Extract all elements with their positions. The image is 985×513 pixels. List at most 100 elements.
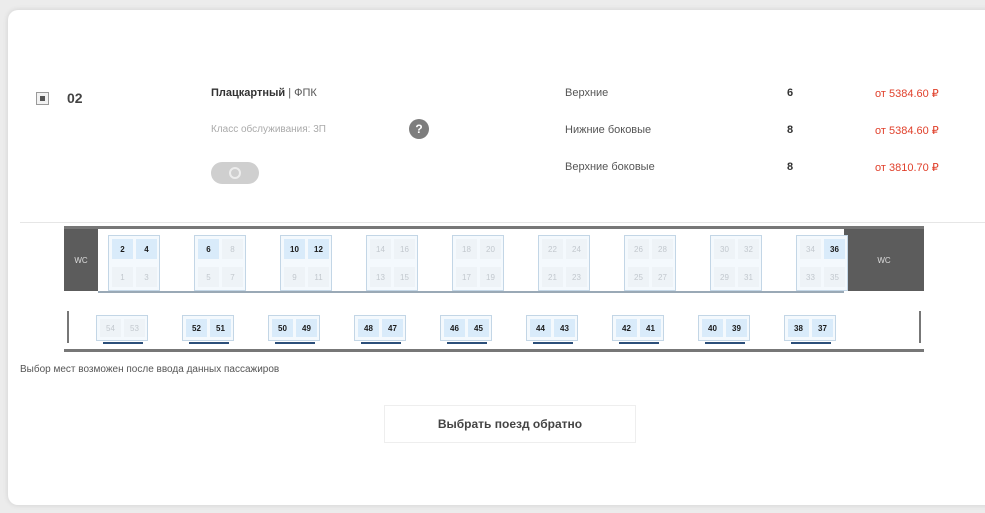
seat-13: 13 xyxy=(370,267,391,287)
seat-28: 28 xyxy=(652,239,673,259)
side-berth: 48 47 xyxy=(354,315,406,344)
seat-54: 54 xyxy=(100,319,121,337)
side-berth: 42 41 xyxy=(612,315,664,344)
amenity-symbol-icon xyxy=(229,167,241,179)
seat-49[interactable]: 49 xyxy=(296,319,317,337)
side-berth: 40 39 xyxy=(698,315,750,344)
seat-23: 23 xyxy=(566,267,587,287)
seat-12[interactable]: 12 xyxy=(308,239,329,259)
tariff-row: Нижние боковые 8 от 5384.60 ₽ xyxy=(565,124,985,140)
seat-42[interactable]: 42 xyxy=(616,319,637,337)
side-berth-marker xyxy=(447,342,487,344)
seat-53: 53 xyxy=(124,319,145,337)
seat-46[interactable]: 46 xyxy=(444,319,465,337)
seat-6[interactable]: 6 xyxy=(198,239,219,259)
seat-14: 14 xyxy=(370,239,391,259)
compartment: 22 24 21 23 xyxy=(538,235,590,291)
side-berth: 44 43 xyxy=(526,315,578,344)
car-type-info: Плацкартный | ФПК xyxy=(211,87,317,99)
seat-17: 17 xyxy=(456,267,477,287)
compartment: 14 16 13 15 xyxy=(366,235,418,291)
tariff-label: Верхние xyxy=(565,87,609,99)
seat-32: 32 xyxy=(738,239,759,259)
side-berth: 46 45 xyxy=(440,315,492,344)
tariff-count: 8 xyxy=(787,161,794,173)
seat-51[interactable]: 51 xyxy=(210,319,231,337)
side-berth-marker xyxy=(619,342,659,344)
car-type: Плацкартный xyxy=(211,87,286,99)
side-berth: 54 53 xyxy=(96,315,148,344)
wagon-wall-bottom xyxy=(64,349,924,352)
tariff-label: Нижние боковые xyxy=(565,124,652,136)
side-berth-marker xyxy=(705,342,745,344)
tariff-row: Верхние боковые 8 от 3810.70 ₽ xyxy=(565,161,985,177)
side-berth-marker xyxy=(189,342,229,344)
seat-4[interactable]: 4 xyxy=(136,239,157,259)
wagon-wall-top xyxy=(64,226,924,229)
seat-19: 19 xyxy=(480,267,501,287)
seat-29: 29 xyxy=(714,267,735,287)
wagon-end-right xyxy=(919,311,921,343)
seat-8: 8 xyxy=(222,239,243,259)
seat-25: 25 xyxy=(628,267,649,287)
seat-52[interactable]: 52 xyxy=(186,319,207,337)
vestibule-right: WC xyxy=(844,229,924,291)
seat-20: 20 xyxy=(480,239,501,259)
seat-16: 16 xyxy=(394,239,415,259)
help-icon[interactable]: ? xyxy=(409,119,429,139)
seat-33: 33 xyxy=(800,267,821,287)
seat-34: 34 xyxy=(800,239,821,259)
tariff-price: от 5384.60 ₽ xyxy=(875,125,939,137)
service-class: Класс обслуживания: 3П xyxy=(211,124,326,135)
seat-40[interactable]: 40 xyxy=(702,319,723,337)
seat-27: 27 xyxy=(652,267,673,287)
seat-3: 3 xyxy=(136,267,157,287)
seat-39[interactable]: 39 xyxy=(726,319,747,337)
tariff-price: от 5384.60 ₽ xyxy=(875,88,939,100)
compartment: 30 32 29 31 xyxy=(710,235,762,291)
checkbox-mark-icon xyxy=(40,96,45,101)
seat-48[interactable]: 48 xyxy=(358,319,379,337)
side-berth-marker xyxy=(361,342,401,344)
side-berth-marker xyxy=(103,342,143,344)
seat-37[interactable]: 37 xyxy=(812,319,833,337)
side-berth-marker xyxy=(275,342,315,344)
seat-1: 1 xyxy=(112,267,133,287)
seat-scheme: WC WC 2 4 1 3 6 8 5 7 10 12 9 11 14 16 13 15 18 20 17 19 22 2… xyxy=(64,223,924,355)
tariff-count: 6 xyxy=(787,87,794,99)
seat-7: 7 xyxy=(222,267,243,287)
seat-18: 18 xyxy=(456,239,477,259)
wagon-end-left xyxy=(67,311,69,343)
seat-21: 21 xyxy=(542,267,563,287)
seat-41[interactable]: 41 xyxy=(640,319,661,337)
select-return-train-button[interactable]: Выбрать поезд обратно xyxy=(384,405,636,443)
side-berth: 38 37 xyxy=(784,315,836,344)
compartment: 6857 xyxy=(194,235,246,291)
seat-2[interactable]: 2 xyxy=(112,239,133,259)
carrier: ФПК xyxy=(294,87,317,99)
amenity-icon xyxy=(211,162,259,184)
compartment: 34 36 33 35 xyxy=(796,235,848,291)
seat-38[interactable]: 38 xyxy=(788,319,809,337)
seat-47[interactable]: 47 xyxy=(382,319,403,337)
vestibule-left: WC xyxy=(64,229,98,291)
seat-50[interactable]: 50 xyxy=(272,319,293,337)
car-expand-checkbox[interactable] xyxy=(36,92,49,105)
seat-30: 30 xyxy=(714,239,735,259)
compartment: 26 28 25 27 xyxy=(624,235,676,291)
seat-22: 22 xyxy=(542,239,563,259)
seat-selection-note: Выбор мест возможен после ввода данных п… xyxy=(20,364,280,375)
seat-44[interactable]: 44 xyxy=(530,319,551,337)
seat-10[interactable]: 10 xyxy=(284,239,305,259)
seat-43[interactable]: 43 xyxy=(554,319,575,337)
tariff-price: от 3810.70 ₽ xyxy=(875,162,939,174)
seat-31: 31 xyxy=(738,267,759,287)
tariff-count: 8 xyxy=(787,124,794,136)
aisle-line xyxy=(98,291,844,293)
seat-11: 11 xyxy=(308,267,329,287)
car-number: 02 xyxy=(67,90,83,106)
seat-36[interactable]: 36 xyxy=(824,239,845,259)
compartment: 18 20 17 19 xyxy=(452,235,504,291)
seat-45[interactable]: 45 xyxy=(468,319,489,337)
side-berth: 52 51 xyxy=(182,315,234,344)
